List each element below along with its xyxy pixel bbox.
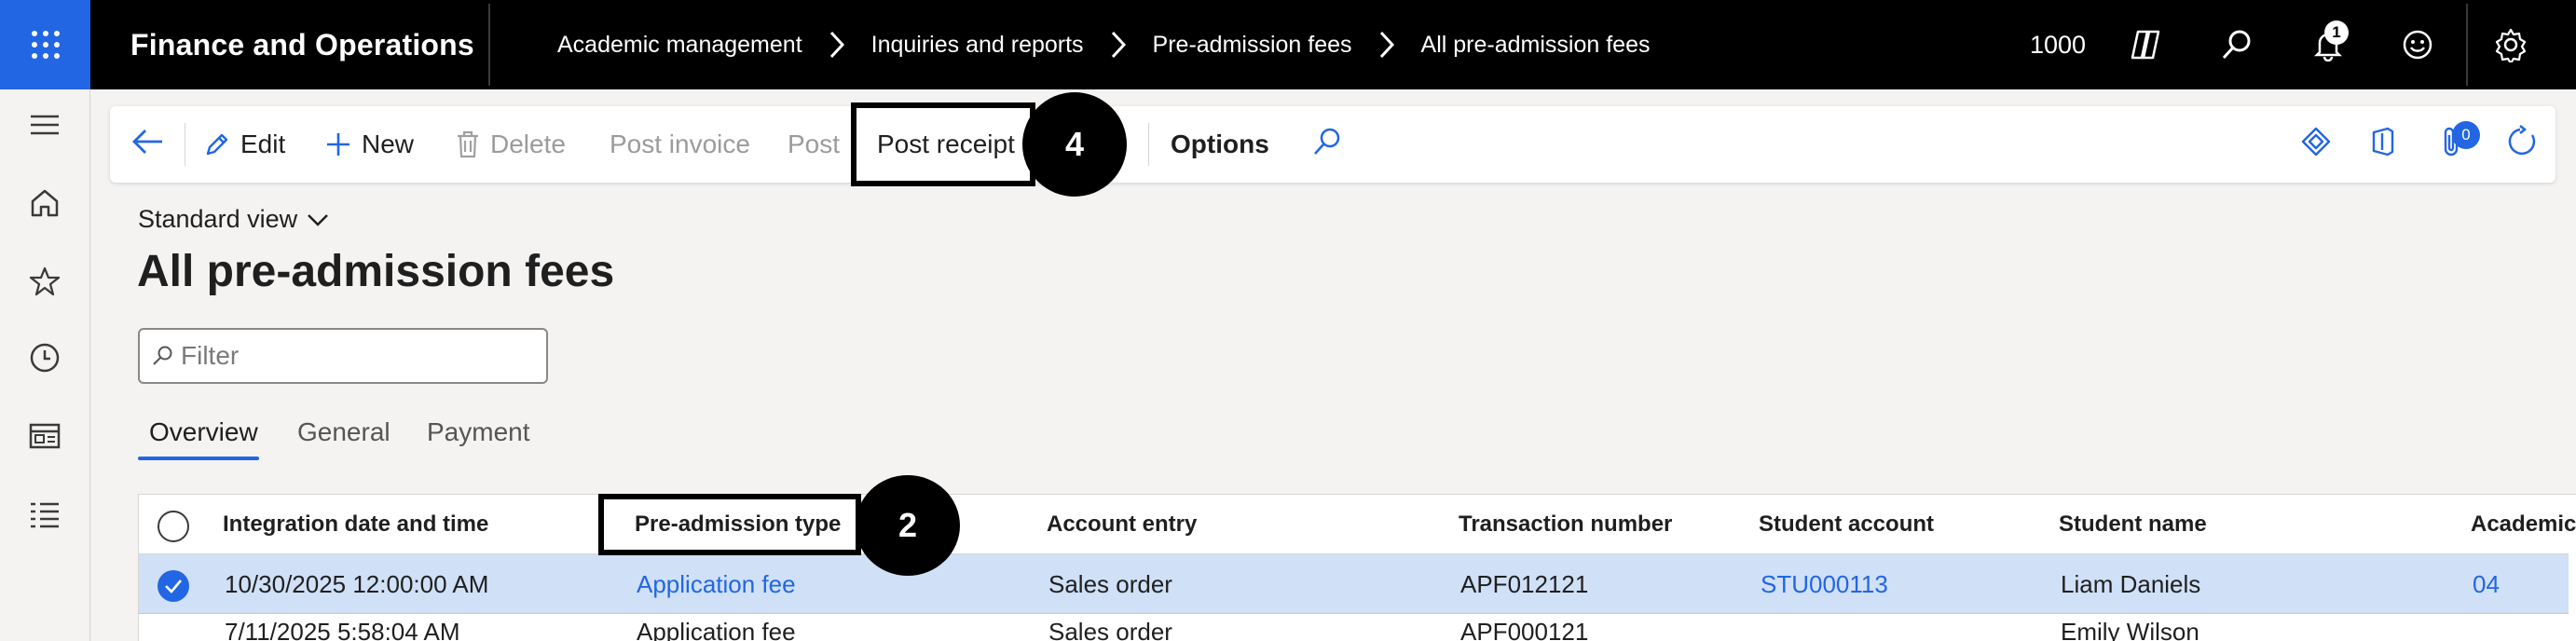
search-icon[interactable] xyxy=(2218,26,2255,63)
action-search-button[interactable] xyxy=(1312,106,1342,183)
cell-student-name: Emily Wilson xyxy=(2061,618,2199,641)
pre-admission-type-highlight xyxy=(598,494,861,555)
workspace-icon[interactable] xyxy=(26,417,63,455)
nav-divider xyxy=(488,4,490,86)
breadcrumb-academic-management[interactable]: Academic management xyxy=(557,32,802,59)
back-button[interactable] xyxy=(130,106,164,183)
office-button[interactable] xyxy=(2369,106,2397,183)
callout-marker-4: 4 xyxy=(1022,92,1127,197)
callout-marker-2: 2 xyxy=(856,475,960,576)
cell-student-name: Liam Daniels xyxy=(2061,569,2201,598)
cell-pre-admission-type-link[interactable]: Application fee xyxy=(637,618,796,641)
post-label: Post xyxy=(788,130,841,158)
table-row[interactable]: 7/11/2025 5:58:04 AM Application fee Sal… xyxy=(139,614,2576,641)
post-invoice-button[interactable]: Post invoice xyxy=(610,106,750,183)
chevron-right-icon xyxy=(1378,31,1395,59)
grid-scroll-edge xyxy=(2569,553,2576,617)
gear-icon[interactable] xyxy=(2492,26,2529,63)
breadcrumb-pre-admission-fees[interactable]: Pre-admission fees xyxy=(1153,32,1352,59)
attachment-count-badge: 0 xyxy=(2452,121,2480,149)
select-all-checkbox[interactable] xyxy=(158,511,189,542)
settings-divider xyxy=(2466,4,2468,86)
app-title[interactable]: Finance and Operations xyxy=(130,0,474,89)
post-receipt-highlight xyxy=(851,102,1035,186)
star-icon[interactable] xyxy=(26,263,63,300)
column-header-academic[interactable]: Academic xyxy=(2471,495,2576,554)
plus-icon xyxy=(324,130,352,158)
cell-integration-date: 10/30/2025 12:00:00 AM xyxy=(225,569,489,598)
column-header-student-name[interactable]: Student name xyxy=(2059,495,2207,554)
breadcrumb-inquiries-and-reports[interactable]: Inquiries and reports xyxy=(871,32,1084,59)
page-title: All pre-admission fees xyxy=(137,247,615,296)
column-header-transaction-number[interactable]: Transaction number xyxy=(1459,495,1672,554)
refresh-button[interactable] xyxy=(2505,106,2539,183)
edit-button[interactable]: Edit xyxy=(203,106,285,183)
active-tab-indicator xyxy=(138,457,259,460)
view-selector-label: Standard view xyxy=(138,205,298,233)
diamond-icon xyxy=(2300,126,2332,164)
action-separator xyxy=(1148,123,1149,166)
chevron-right-icon xyxy=(829,31,845,59)
back-arrow-icon xyxy=(130,128,164,162)
delete-button[interactable]: Delete xyxy=(455,106,566,183)
cell-academic-link[interactable]: 04 xyxy=(2473,554,2500,614)
new-label: New xyxy=(362,130,415,158)
filter-input[interactable]: Filter xyxy=(138,328,548,384)
copilot-icon[interactable] xyxy=(2127,26,2164,63)
post-button[interactable]: Post xyxy=(788,106,840,183)
company-selector[interactable]: 1000 xyxy=(2030,0,2086,89)
grid-header-row: Integration date and time Pre-admission … xyxy=(139,495,2576,554)
trash-icon xyxy=(455,130,481,159)
cell-pre-admission-type-link[interactable]: Application fee xyxy=(637,554,796,614)
waffle-icon[interactable] xyxy=(0,0,90,89)
cell-account-entry: Sales order xyxy=(1048,569,1172,598)
hamburger-icon[interactable] xyxy=(26,106,63,143)
fees-grid: Integration date and time Pre-admission … xyxy=(138,494,2576,641)
column-header-integration-date[interactable]: Integration date and time xyxy=(223,495,488,554)
view-selector[interactable]: Standard view xyxy=(138,205,329,234)
cell-account-entry: Sales order xyxy=(1048,618,1172,641)
options-tab[interactable]: Options xyxy=(1171,106,1269,183)
action-pane: Edit New Delete Post invoice Post Post r… xyxy=(110,106,2555,183)
tab-payment[interactable]: Payment xyxy=(427,417,530,462)
tab-general[interactable]: General xyxy=(297,417,391,462)
search-icon xyxy=(151,345,173,367)
cell-transaction-number: APF000121 xyxy=(1460,618,1589,641)
breadcrumb-all-pre-admission-fees[interactable]: All pre-admission fees xyxy=(1421,32,1651,59)
post-invoice-label: Post invoice xyxy=(610,130,750,158)
chevron-down-icon xyxy=(307,212,329,227)
new-button[interactable]: New xyxy=(324,106,414,183)
row-checkbox-checked[interactable] xyxy=(158,570,189,602)
delete-label: Delete xyxy=(490,130,566,158)
cell-transaction-number: APF012121 xyxy=(1460,569,1589,598)
smiley-icon[interactable] xyxy=(2399,26,2436,63)
options-label: Options xyxy=(1171,130,1269,158)
column-header-student-account[interactable]: Student account xyxy=(1759,495,1934,554)
breadcrumb: Academic management Inquiries and report… xyxy=(557,0,1650,89)
top-navigation-bar: Finance and Operations Academic manageme… xyxy=(0,0,2576,89)
pencil-icon xyxy=(203,130,231,158)
cell-integration-date: 7/11/2025 5:58:04 AM xyxy=(225,618,460,641)
office-icon xyxy=(2369,126,2397,164)
left-navigation-rail xyxy=(0,89,90,641)
notification-badge: 1 xyxy=(2324,20,2349,45)
edit-label: Edit xyxy=(240,130,286,158)
chevron-right-icon xyxy=(1110,31,1127,59)
search-icon xyxy=(1312,127,1342,163)
list-icon[interactable] xyxy=(26,496,63,533)
table-row-selected[interactable]: 10/30/2025 12:00:00 AM Application fee S… xyxy=(139,554,2576,614)
home-icon[interactable] xyxy=(26,184,63,222)
column-header-account-entry[interactable]: Account entry xyxy=(1047,495,1197,554)
clock-icon[interactable] xyxy=(26,339,63,376)
refresh-icon xyxy=(2505,124,2539,165)
filter-placeholder: Filter xyxy=(181,341,240,370)
tab-overview[interactable]: Overview xyxy=(149,417,258,462)
cell-student-account-link[interactable]: STU000113 xyxy=(1761,554,1888,614)
power-apps-button[interactable] xyxy=(2300,106,2332,183)
